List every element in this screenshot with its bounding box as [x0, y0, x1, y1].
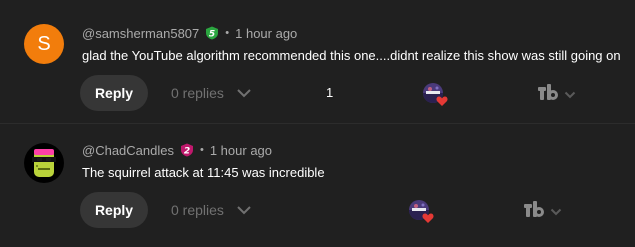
reply-button[interactable]: Reply [80, 192, 148, 228]
avatar-letter: S [37, 32, 51, 55]
author-name[interactable]: @ChadCandles [82, 143, 174, 158]
member-badge-icon: 5 [205, 26, 219, 40]
avatar[interactable] [24, 143, 64, 183]
comment-meta: @ChadCandles 2 • 1 hour ago [82, 141, 272, 159]
comment-actions: Reply 0 replies 1 [0, 75, 635, 111]
comment-text: The squirrel attack at 11:45 was incredi… [82, 165, 325, 180]
creator-heart [423, 81, 449, 107]
reply-button[interactable]: Reply [80, 75, 148, 111]
comment-item: S @samsherman5807 5 • 1 hour ago glad th… [0, 0, 635, 124]
creator-heart [409, 198, 435, 224]
tubebuddy-menu[interactable] [523, 200, 562, 223]
comment-time[interactable]: 1 hour ago [210, 143, 272, 158]
comment-item: @ChadCandles 2 • 1 hour ago The squirrel… [0, 124, 635, 247]
member-badge-icon: 2 [180, 143, 194, 157]
comment-actions: Reply 0 replies [0, 192, 635, 228]
chevron-down-icon [236, 88, 252, 98]
comment-text: glad the YouTube algorithm recommended t… [82, 48, 621, 63]
svg-text:2: 2 [184, 147, 190, 157]
chevron-down-icon [564, 91, 576, 99]
comment-time[interactable]: 1 hour ago [235, 26, 297, 41]
heart-icon [436, 94, 448, 106]
like-count: 1 [326, 85, 334, 100]
replies-toggle[interactable]: 0 replies [171, 75, 252, 111]
tubebuddy-icon [537, 83, 559, 106]
tubebuddy-menu[interactable] [537, 83, 576, 106]
green-masked-face-avatar [24, 143, 64, 183]
replies-label: 0 replies [171, 85, 224, 101]
svg-text:5: 5 [209, 30, 215, 40]
avatar[interactable]: S [24, 24, 64, 64]
replies-label: 0 replies [171, 202, 224, 218]
chevron-down-icon [236, 205, 252, 215]
tubebuddy-icon [523, 200, 545, 223]
separator-dot: • [225, 27, 230, 39]
chevron-down-icon [550, 208, 562, 216]
separator-dot: • [199, 144, 204, 156]
comment-meta: @samsherman5807 5 • 1 hour ago [82, 24, 297, 42]
author-name[interactable]: @samsherman5807 [82, 26, 199, 41]
replies-toggle[interactable]: 0 replies [171, 192, 252, 228]
heart-icon [422, 211, 434, 223]
